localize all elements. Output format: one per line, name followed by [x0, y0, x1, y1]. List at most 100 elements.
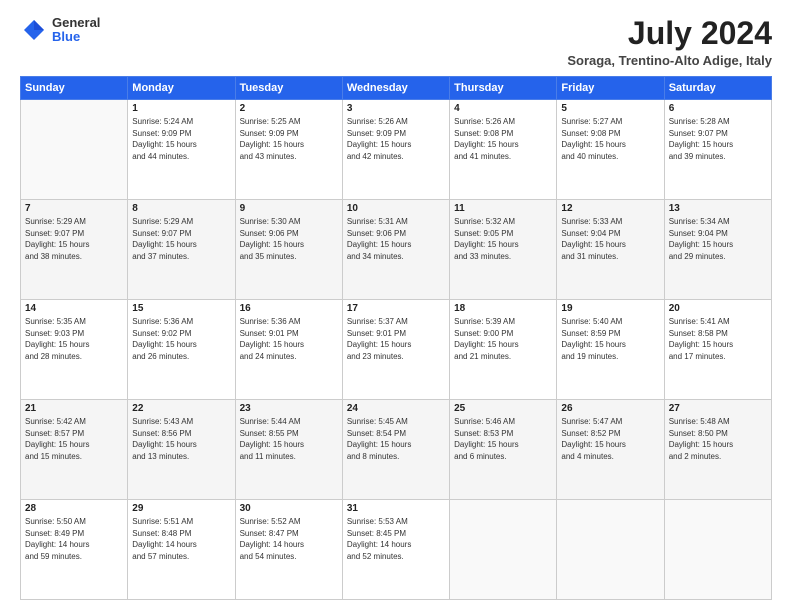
- day-number: 27: [669, 403, 767, 414]
- day-number: 11: [454, 203, 552, 214]
- logo-icon: [20, 16, 48, 44]
- calendar-cell: 2 Sunrise: 5:25 AM Sunset: 9:09 PM Daylig…: [235, 100, 342, 200]
- day-info: Sunrise: 5:46 AM Sunset: 8:53 PM Dayligh…: [454, 416, 552, 462]
- calendar-cell: 14Sunrise: 5:35 AM Sunset: 9:03 PM Dayli…: [21, 300, 128, 400]
- day-number: 9: [240, 203, 338, 214]
- calendar-cell: 10 Sunrise: 5:31 AM Sunset: 9:06 PM Dayli…: [342, 200, 449, 300]
- day-number: 21: [25, 403, 123, 414]
- calendar-cell: 16 Sunrise: 5:36 AM Sunset: 9:01 PM Dayli…: [235, 300, 342, 400]
- day-info: Sunrise: 5:29 AM Sunset: 9:07 PM Dayligh…: [132, 216, 230, 262]
- day-info: Sunrise: 5:33 AM Sunset: 9:04 PM Dayligh…: [561, 216, 659, 262]
- calendar-cell: 9 Sunrise: 5:30 AM Sunset: 9:06 PM Daylig…: [235, 200, 342, 300]
- day-number: 14: [25, 303, 123, 314]
- day-info: Sunrise: 5:34 AM Sunset: 9:04 PM Dayligh…: [669, 216, 767, 262]
- day-number: 1: [132, 103, 230, 114]
- calendar-cell: [664, 500, 771, 600]
- calendar-cell: 4Sunrise: 5:26 AM Sunset: 9:08 PM Daylig…: [450, 100, 557, 200]
- header-monday: Monday: [128, 77, 235, 100]
- calendar-cell: 22 Sunrise: 5:43 AM Sunset: 8:56 PM Dayli…: [128, 400, 235, 500]
- day-info: Sunrise: 5:31 AM Sunset: 9:06 PM Dayligh…: [347, 216, 445, 262]
- day-number: 16: [240, 303, 338, 314]
- day-number: 13: [669, 203, 767, 214]
- day-info: Sunrise: 5:41 AM Sunset: 8:58 PM Dayligh…: [669, 316, 767, 362]
- day-number: 28: [25, 503, 123, 514]
- calendar-cell: 3Sunrise: 5:26 AM Sunset: 9:09 PM Daylig…: [342, 100, 449, 200]
- calendar-cell: 27Sunrise: 5:48 AM Sunset: 8:50 PM Dayli…: [664, 400, 771, 500]
- day-info: Sunrise: 5:36 AM Sunset: 9:02 PM Dayligh…: [132, 316, 230, 362]
- day-number: 12: [561, 203, 659, 214]
- calendar-cell: 1 Sunrise: 5:24 AM Sunset: 9:09 PM Daylig…: [128, 100, 235, 200]
- day-number: 23: [240, 403, 338, 414]
- main-title: July 2024: [567, 16, 772, 51]
- title-block: July 2024 Soraga, Trentino-Alto Adige, I…: [567, 16, 772, 68]
- calendar-cell: 6Sunrise: 5:28 AM Sunset: 9:07 PM Daylig…: [664, 100, 771, 200]
- logo-text: General Blue: [52, 16, 100, 45]
- calendar-cell: 28 Sunrise: 5:50 AM Sunset: 8:49 PM Dayli…: [21, 500, 128, 600]
- day-info: Sunrise: 5:30 AM Sunset: 9:06 PM Dayligh…: [240, 216, 338, 262]
- logo-general-text: General: [52, 16, 100, 30]
- header-sunday: Sunday: [21, 77, 128, 100]
- calendar-cell: 12 Sunrise: 5:33 AM Sunset: 9:04 PM Dayli…: [557, 200, 664, 300]
- calendar-cell: 29Sunrise: 5:51 AM Sunset: 8:48 PM Dayli…: [128, 500, 235, 600]
- day-number: 2: [240, 103, 338, 114]
- calendar-week-5: 28 Sunrise: 5:50 AM Sunset: 8:49 PM Dayli…: [21, 500, 772, 600]
- calendar-cell: 31 Sunrise: 5:53 AM Sunset: 8:45 PM Dayli…: [342, 500, 449, 600]
- day-number: 30: [240, 503, 338, 514]
- day-number: 20: [669, 303, 767, 314]
- calendar-cell: 13 Sunrise: 5:34 AM Sunset: 9:04 PM Dayli…: [664, 200, 771, 300]
- calendar-cell: 5 Sunrise: 5:27 AM Sunset: 9:08 PM Daylig…: [557, 100, 664, 200]
- day-info: Sunrise: 5:24 AM Sunset: 9:09 PM Dayligh…: [132, 116, 230, 162]
- calendar-week-2: 7 Sunrise: 5:29 AM Sunset: 9:07 PM Daylig…: [21, 200, 772, 300]
- day-info: Sunrise: 5:51 AM Sunset: 8:48 PM Dayligh…: [132, 516, 230, 562]
- calendar-cell: 11Sunrise: 5:32 AM Sunset: 9:05 PM Dayli…: [450, 200, 557, 300]
- day-number: 26: [561, 403, 659, 414]
- calendar-cell: 25 Sunrise: 5:46 AM Sunset: 8:53 PM Dayli…: [450, 400, 557, 500]
- day-number: 19: [561, 303, 659, 314]
- day-number: 17: [347, 303, 445, 314]
- calendar-cell: 24Sunrise: 5:45 AM Sunset: 8:54 PM Dayli…: [342, 400, 449, 500]
- day-info: Sunrise: 5:36 AM Sunset: 9:01 PM Dayligh…: [240, 316, 338, 362]
- day-number: 25: [454, 403, 552, 414]
- day-info: Sunrise: 5:50 AM Sunset: 8:49 PM Dayligh…: [25, 516, 123, 562]
- calendar-table: Sunday Monday Tuesday Wednesday Thursday…: [20, 76, 772, 600]
- day-info: Sunrise: 5:28 AM Sunset: 9:07 PM Dayligh…: [669, 116, 767, 162]
- calendar-week-1: 1 Sunrise: 5:24 AM Sunset: 9:09 PM Daylig…: [21, 100, 772, 200]
- day-number: 22: [132, 403, 230, 414]
- subtitle: Soraga, Trentino-Alto Adige, Italy: [567, 53, 772, 68]
- header-tuesday: Tuesday: [235, 77, 342, 100]
- day-info: Sunrise: 5:42 AM Sunset: 8:57 PM Dayligh…: [25, 416, 123, 462]
- day-number: 10: [347, 203, 445, 214]
- calendar-cell: [450, 500, 557, 600]
- calendar-cell: 15 Sunrise: 5:36 AM Sunset: 9:02 PM Dayli…: [128, 300, 235, 400]
- calendar-week-4: 21 Sunrise: 5:42 AM Sunset: 8:57 PM Dayli…: [21, 400, 772, 500]
- header-wednesday: Wednesday: [342, 77, 449, 100]
- calendar-cell: 21 Sunrise: 5:42 AM Sunset: 8:57 PM Dayli…: [21, 400, 128, 500]
- calendar-cell: 17Sunrise: 5:37 AM Sunset: 9:01 PM Dayli…: [342, 300, 449, 400]
- calendar-cell: 20 Sunrise: 5:41 AM Sunset: 8:58 PM Dayli…: [664, 300, 771, 400]
- day-info: Sunrise: 5:27 AM Sunset: 9:08 PM Dayligh…: [561, 116, 659, 162]
- day-info: Sunrise: 5:25 AM Sunset: 9:09 PM Dayligh…: [240, 116, 338, 162]
- day-info: Sunrise: 5:26 AM Sunset: 9:09 PM Dayligh…: [347, 116, 445, 162]
- header: General Blue July 2024 Soraga, Trentino-…: [20, 16, 772, 68]
- calendar-header-row: Sunday Monday Tuesday Wednesday Thursday…: [21, 77, 772, 100]
- header-saturday: Saturday: [664, 77, 771, 100]
- day-number: 24: [347, 403, 445, 414]
- calendar-cell: 7 Sunrise: 5:29 AM Sunset: 9:07 PM Daylig…: [21, 200, 128, 300]
- day-info: Sunrise: 5:53 AM Sunset: 8:45 PM Dayligh…: [347, 516, 445, 562]
- header-thursday: Thursday: [450, 77, 557, 100]
- calendar-week-3: 14Sunrise: 5:35 AM Sunset: 9:03 PM Dayli…: [21, 300, 772, 400]
- calendar-cell: [557, 500, 664, 600]
- day-info: Sunrise: 5:52 AM Sunset: 8:47 PM Dayligh…: [240, 516, 338, 562]
- day-number: 15: [132, 303, 230, 314]
- day-info: Sunrise: 5:29 AM Sunset: 9:07 PM Dayligh…: [25, 216, 123, 262]
- header-friday: Friday: [557, 77, 664, 100]
- day-number: 8: [132, 203, 230, 214]
- day-number: 31: [347, 503, 445, 514]
- day-number: 7: [25, 203, 123, 214]
- calendar-cell: 18Sunrise: 5:39 AM Sunset: 9:00 PM Dayli…: [450, 300, 557, 400]
- logo-blue-text: Blue: [52, 30, 100, 44]
- day-info: Sunrise: 5:43 AM Sunset: 8:56 PM Dayligh…: [132, 416, 230, 462]
- day-number: 5: [561, 103, 659, 114]
- day-info: Sunrise: 5:47 AM Sunset: 8:52 PM Dayligh…: [561, 416, 659, 462]
- calendar-cell: 8 Sunrise: 5:29 AM Sunset: 9:07 PM Daylig…: [128, 200, 235, 300]
